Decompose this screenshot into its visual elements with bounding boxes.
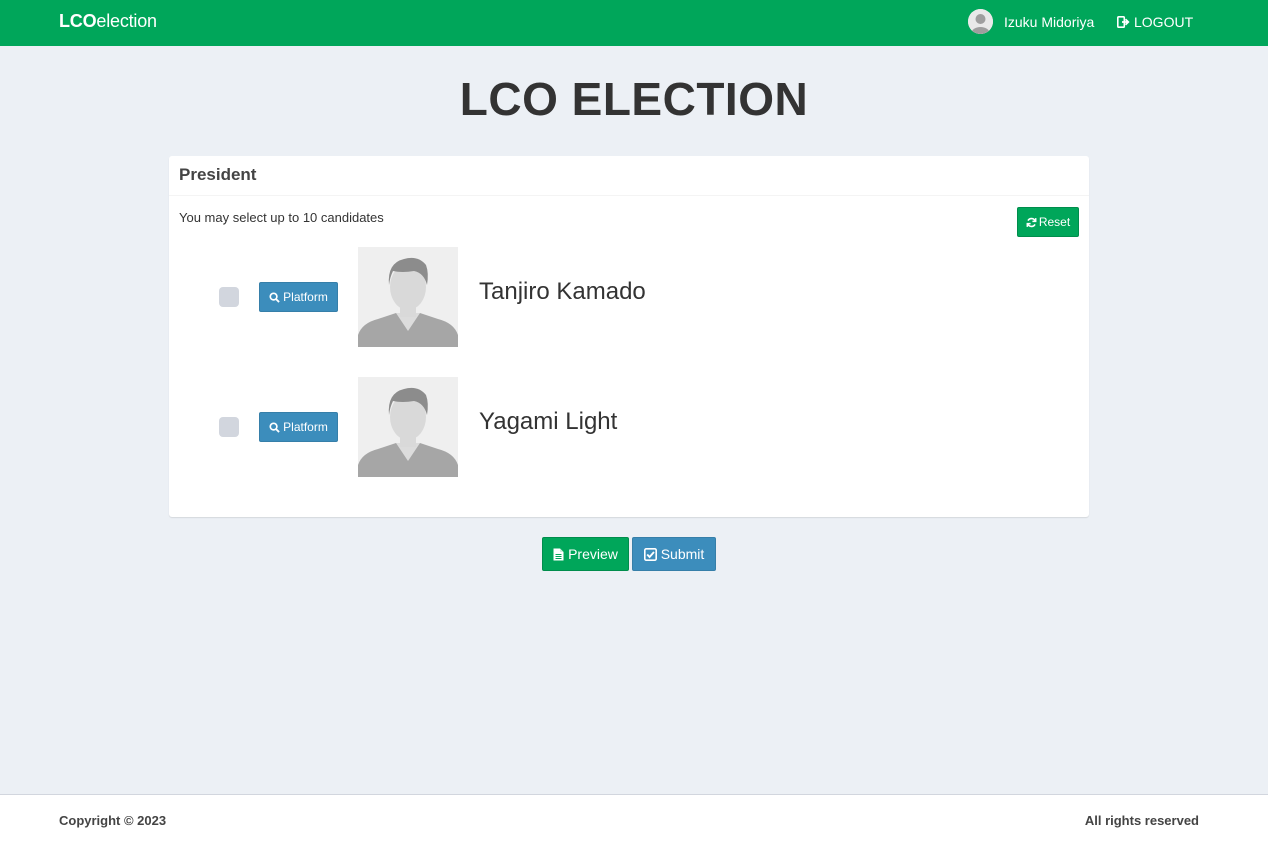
brand-logo-bold: LCO: [59, 11, 97, 31]
reset-label: Reset: [1038, 215, 1071, 229]
top-navbar: LCOelection Izuku Midoriya LOGOUT: [0, 0, 1268, 46]
user-avatar-icon: [968, 9, 993, 34]
candidate-photo: [358, 377, 458, 477]
candidate-row: Platform Yagami Light: [169, 377, 1089, 477]
candidate-name: Tanjiro Kamado: [479, 278, 646, 305]
logout-link[interactable]: LOGOUT: [1117, 14, 1193, 30]
candidate-name: Yagami Light: [479, 408, 618, 435]
preview-label: Preview: [568, 546, 618, 562]
preview-button[interactable]: Preview: [542, 537, 629, 571]
selection-instruction: You may select up to 10 candidates: [179, 210, 384, 225]
submit-button[interactable]: Submit: [632, 537, 716, 571]
page-title: LCO ELECTION: [459, 73, 809, 125]
reset-button[interactable]: Reset: [1017, 207, 1079, 237]
logout-label: LOGOUT: [1134, 14, 1194, 30]
platform-label: Platform: [283, 290, 328, 304]
sign-out-icon: [1117, 16, 1130, 28]
platform-button[interactable]: Platform: [259, 412, 338, 442]
platform-button[interactable]: Platform: [259, 282, 338, 312]
user-menu[interactable]: Izuku Midoriya: [968, 9, 1094, 34]
submit-label: Submit: [660, 546, 705, 562]
brand-logo-rest: election: [96, 11, 157, 31]
copyright-text: Copyright © 2023: [59, 813, 167, 828]
candidate-checkbox[interactable]: [219, 287, 239, 307]
file-icon: [553, 548, 564, 560]
platform-label: Platform: [283, 420, 328, 434]
rights-text: All rights reserved: [1084, 813, 1199, 828]
candidate-checkbox[interactable]: [219, 417, 239, 437]
brand-logo[interactable]: LCOelection: [59, 11, 157, 32]
candidate-row: Platform Tanjiro Kamado: [169, 247, 1089, 347]
search-icon: [269, 421, 280, 433]
candidate-photo: [358, 247, 458, 347]
position-title: President: [169, 156, 1089, 196]
user-name: Izuku Midoriya: [1004, 13, 1095, 30]
page-footer: Copyright © 2023 All rights reserved: [0, 794, 1268, 847]
check-square-icon: [643, 547, 657, 561]
refresh-icon: [1026, 217, 1037, 227]
ballot-box: President You may select up to 10 candid…: [169, 156, 1089, 517]
search-icon: [269, 291, 280, 303]
ballot-actions: Preview Submit: [542, 537, 716, 571]
